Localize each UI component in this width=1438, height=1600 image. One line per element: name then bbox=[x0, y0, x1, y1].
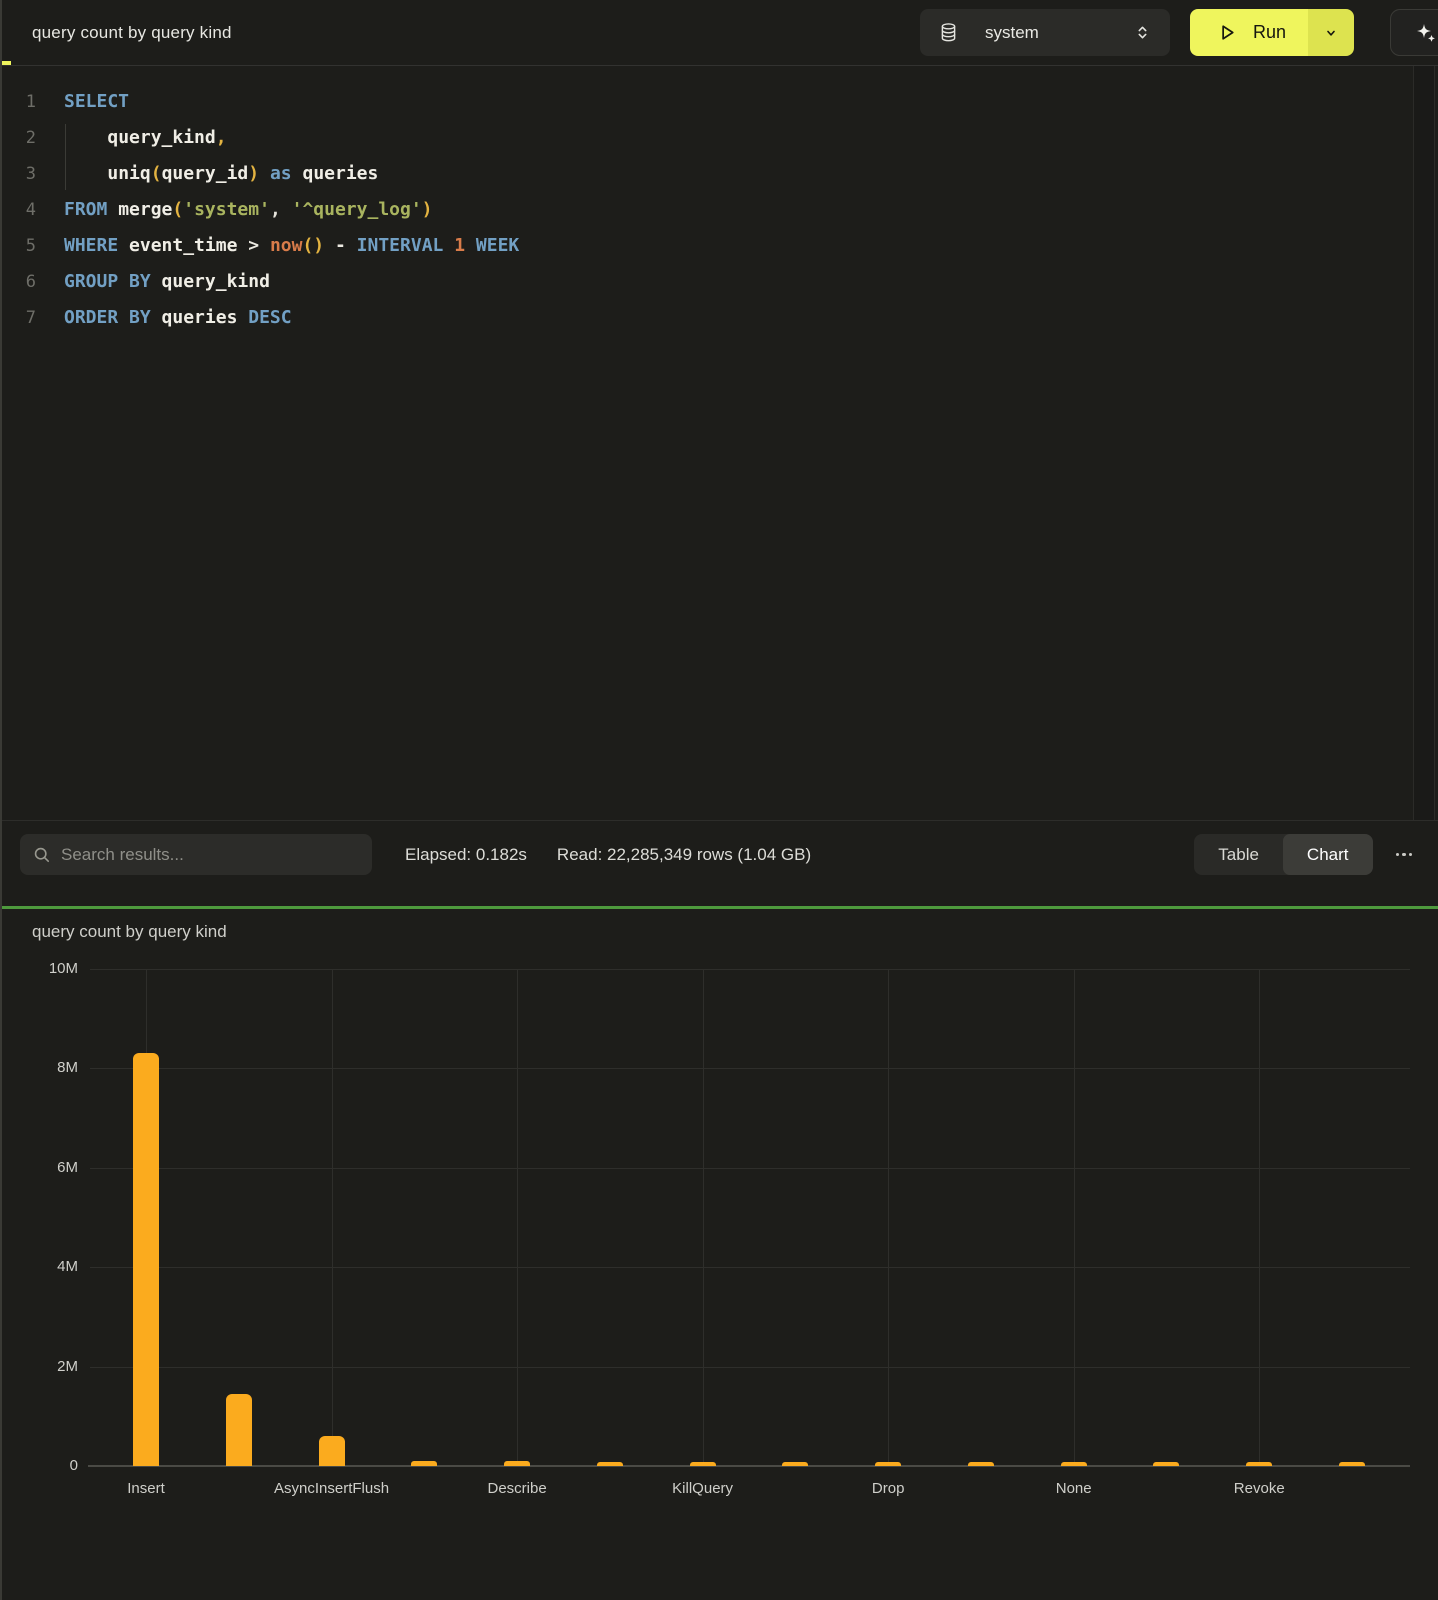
code-text: FROM merge('system', '^query_log') bbox=[48, 192, 433, 228]
chart-plot-wrap: 10M8M6M4M2M0 InsertAsyncInsertFlushDescr… bbox=[0, 969, 1438, 1529]
database-selector[interactable]: system bbox=[920, 9, 1170, 56]
gridline-horizontal bbox=[90, 969, 1410, 970]
editor-scrollbar[interactable] bbox=[1413, 66, 1435, 820]
chevron-down-icon bbox=[1322, 24, 1340, 42]
toolbar-gap bbox=[0, 888, 1438, 906]
y-axis-label: 6M bbox=[0, 1158, 78, 1178]
line-number: 6 bbox=[0, 264, 48, 300]
code-text: GROUP BY query_kind bbox=[48, 264, 270, 300]
gridline-vertical bbox=[1074, 969, 1075, 1466]
code-line: 3 uniq(query_id) as queries bbox=[0, 156, 1438, 192]
code-line: 6GROUP BY query_kind bbox=[0, 264, 1438, 300]
code-text: WHERE event_time > now() - INTERVAL 1 WE… bbox=[48, 228, 519, 264]
code-text: ORDER BY queries DESC bbox=[48, 300, 292, 336]
run-button-label: Run bbox=[1253, 22, 1286, 43]
code-text: query_kind, bbox=[48, 120, 227, 156]
panel-resize-handle[interactable] bbox=[0, 906, 1438, 909]
sql-editor[interactable]: 1SELECT2 query_kind,3 uniq(query_id) as … bbox=[0, 66, 1438, 820]
run-options-button[interactable] bbox=[1308, 9, 1354, 56]
gridline-vertical bbox=[517, 969, 518, 1466]
y-axis-label: 8M bbox=[0, 1058, 78, 1078]
sparkle-icon bbox=[1414, 21, 1438, 45]
chart-title: query count by query kind bbox=[32, 922, 1438, 942]
x-axis-label: Revoke bbox=[1234, 1480, 1285, 1497]
gridline-horizontal bbox=[90, 1168, 1410, 1169]
x-axis-label: Insert bbox=[127, 1480, 165, 1497]
app-left-border bbox=[0, 0, 2, 1600]
chevrons-up-down-icon bbox=[1133, 23, 1152, 42]
gridline-horizontal bbox=[90, 1367, 1410, 1368]
x-axis-label: None bbox=[1056, 1480, 1092, 1497]
y-axis-label: 2M bbox=[0, 1357, 78, 1377]
elapsed-stat: Elapsed: 0.182s bbox=[405, 845, 527, 865]
y-axis-label: 4M bbox=[0, 1257, 78, 1277]
gridline-horizontal bbox=[90, 1267, 1410, 1268]
line-number: 3 bbox=[0, 156, 48, 192]
code-line: 5WHERE event_time > now() - INTERVAL 1 W… bbox=[0, 228, 1438, 264]
y-axis-label: 0 bbox=[0, 1456, 78, 1476]
database-selector-value: system bbox=[985, 23, 1039, 43]
code-line: 7ORDER BY queries DESC bbox=[0, 300, 1438, 336]
page-title: query count by query kind bbox=[32, 23, 232, 43]
x-axis-label: Describe bbox=[487, 1480, 546, 1497]
x-axis-labels: Insert AsyncInsertFlush Describe KillQuery D… bbox=[90, 1466, 1410, 1496]
line-number: 5 bbox=[0, 228, 48, 264]
code-lines: 1SELECT2 query_kind,3 uniq(query_id) as … bbox=[0, 84, 1438, 336]
gridline-horizontal bbox=[90, 1068, 1410, 1069]
y-axis-labels: 10M8M6M4M2M0 bbox=[0, 969, 78, 1466]
chart-panel: query count by query kind 10M 8M 6M 4M 2M 0 I… bbox=[0, 922, 1438, 1600]
chart-plot bbox=[90, 969, 1410, 1466]
run-button[interactable]: Run bbox=[1190, 9, 1308, 56]
gridline-vertical bbox=[703, 969, 704, 1466]
line-number: 7 bbox=[0, 300, 48, 336]
search-results-input[interactable] bbox=[61, 845, 360, 865]
chart-bar-asyncinsertflush[interactable] bbox=[319, 1436, 345, 1466]
code-line: 4FROM merge('system', '^query_log') bbox=[0, 192, 1438, 228]
y-axis-label: 10M bbox=[0, 959, 78, 979]
code-line: 1SELECT bbox=[0, 84, 1438, 120]
gridline-vertical bbox=[332, 969, 333, 1466]
chart-bar[interactable] bbox=[226, 1394, 252, 1466]
line-number: 4 bbox=[0, 192, 48, 228]
ellipsis-icon bbox=[1396, 853, 1413, 857]
gridline-vertical bbox=[888, 969, 889, 1466]
view-toggle-chart[interactable]: Chart bbox=[1283, 834, 1373, 875]
view-toggle-table[interactable]: Table bbox=[1194, 834, 1283, 875]
database-icon bbox=[938, 22, 959, 43]
run-split-button: Run bbox=[1190, 9, 1354, 56]
indent-guide bbox=[65, 124, 66, 190]
code-text: SELECT bbox=[48, 84, 129, 120]
play-icon bbox=[1215, 21, 1238, 44]
search-icon bbox=[32, 845, 51, 864]
gridline-vertical bbox=[1259, 969, 1260, 1466]
search-box[interactable] bbox=[20, 834, 372, 875]
view-toggle: Table Chart bbox=[1194, 834, 1372, 875]
line-number: 1 bbox=[0, 84, 48, 120]
code-text: uniq(query_id) as queries bbox=[48, 156, 378, 192]
read-stat: Read: 22,285,349 rows (1.04 GB) bbox=[557, 845, 811, 865]
assist-button[interactable] bbox=[1390, 9, 1438, 56]
results-toolbar: Elapsed: 0.182s Read: 22,285,349 rows (1… bbox=[0, 820, 1438, 888]
header-controls: system Run bbox=[920, 9, 1438, 56]
chart-bar-insert[interactable] bbox=[133, 1053, 159, 1466]
x-axis-label: AsyncInsertFlush bbox=[274, 1480, 389, 1497]
query-header: query count by query kind system Run bbox=[0, 0, 1438, 66]
x-axis-label: Drop bbox=[872, 1480, 905, 1497]
code-line: 2 query_kind, bbox=[0, 120, 1438, 156]
more-options-button[interactable] bbox=[1390, 845, 1419, 865]
x-axis-label: KillQuery bbox=[672, 1480, 733, 1497]
line-number: 2 bbox=[0, 120, 48, 156]
